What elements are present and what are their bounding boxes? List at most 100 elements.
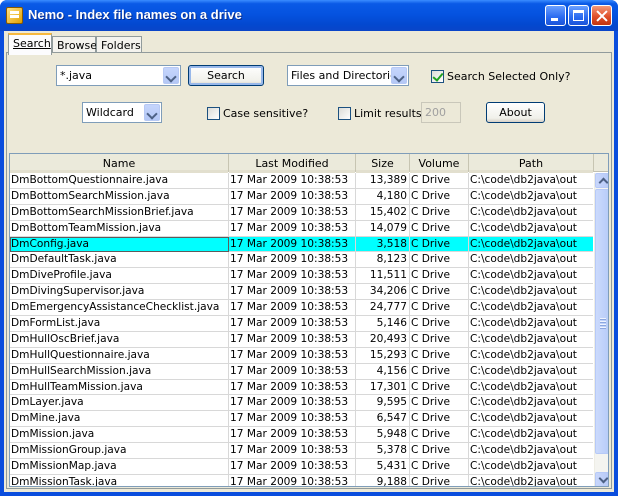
cell-size: 15,293 bbox=[356, 347, 410, 363]
column-header-path[interactable]: Path bbox=[469, 154, 594, 173]
search-panel: *.java Search Files and Directories Sear… bbox=[6, 52, 612, 489]
app-window: Nemo - Index file names on a drive Searc… bbox=[0, 0, 618, 496]
cell-path: C:\code\db2java\out bbox=[469, 268, 593, 283]
cell-volume: C Drive bbox=[410, 395, 469, 411]
table-row[interactable]: DmDivingSupervisor.java 17 Mar 2009 10:38… bbox=[10, 284, 593, 301]
cell-size: 5,146 bbox=[356, 316, 410, 332]
cell-volume: C Drive bbox=[410, 411, 469, 427]
table-row[interactable]: DmMissionMap.java 17 Mar 2009 10:38:53 5,4… bbox=[10, 459, 593, 475]
about-button[interactable]: About bbox=[486, 102, 545, 123]
cell-name: DmMissionGroup.java bbox=[10, 443, 229, 459]
cell-size: 8,123 bbox=[356, 252, 410, 268]
cell-size: 4,156 bbox=[356, 363, 410, 379]
cell-last-modified: 17 Mar 2009 10:38:53 bbox=[229, 427, 356, 443]
cell-volume: C Drive bbox=[410, 347, 469, 363]
cell-size: 3,518 bbox=[356, 236, 410, 252]
search-button[interactable]: Search bbox=[188, 65, 264, 86]
scope-combo[interactable]: Files and Directories bbox=[287, 65, 409, 86]
cell-size: 5,378 bbox=[356, 443, 410, 459]
column-header-last-modified[interactable]: Last Modified bbox=[229, 154, 356, 173]
cell-last-modified: 17 Mar 2009 10:38:53 bbox=[229, 474, 356, 486]
cell-last-modified: 17 Mar 2009 10:38:53 bbox=[229, 252, 356, 268]
minimize-button[interactable] bbox=[545, 5, 566, 26]
cell-name: DmBottomSearchMission.java bbox=[10, 188, 229, 204]
table-row[interactable]: DmFormList.java 17 Mar 2009 10:38:53 5,146… bbox=[10, 316, 593, 332]
cell-last-modified: 17 Mar 2009 10:38:53 bbox=[229, 331, 356, 347]
table-row[interactable]: DmBottomQuestionnaire.java 17 Mar 2009 10… bbox=[10, 173, 593, 189]
column-header-volume[interactable]: Volume bbox=[410, 154, 469, 173]
title-bar[interactable]: Nemo - Index file names on a drive bbox=[0, 0, 618, 31]
table-row[interactable]: DmMine.java 17 Mar 2009 10:38:53 6,547 C Dr… bbox=[10, 411, 593, 428]
cell-last-modified: 17 Mar 2009 10:38:53 bbox=[229, 236, 356, 252]
cell-volume: C Drive bbox=[410, 236, 469, 252]
case-sensitive-label: Case sensitive? bbox=[223, 107, 309, 120]
table-row[interactable]: DmConfig.java 17 Mar 2009 10:38:53 3,518 C … bbox=[10, 236, 593, 253]
table-row[interactable]: DmMission.java 17 Mar 2009 10:38:53 5,948 C… bbox=[10, 427, 593, 444]
selected-only-checkbox[interactable] bbox=[431, 70, 444, 83]
limit-results-checkbox[interactable] bbox=[338, 107, 351, 120]
selected-only-label: Search Selected Only? bbox=[447, 70, 571, 83]
scroll-down-icon[interactable] bbox=[595, 472, 608, 486]
cell-last-modified: 17 Mar 2009 10:38:53 bbox=[229, 443, 356, 459]
cell-name: DmEmergencyAssistanceChecklist.java bbox=[10, 300, 229, 316]
table-row[interactable]: DmDiveProfile.java 17 Mar 2009 10:38:53 11… bbox=[10, 268, 593, 285]
table-row[interactable]: DmBottomTeamMission.java 17 Mar 2009 10:3… bbox=[10, 220, 593, 237]
chevron-down-icon[interactable] bbox=[163, 67, 179, 84]
table-row[interactable]: DmBottomSearchMission.java 17 Mar 2009 10… bbox=[10, 188, 593, 205]
grip-line bbox=[600, 327, 606, 328]
table-row[interactable]: DmBottomSearchMissionBrief.java 17 Mar 20… bbox=[10, 204, 593, 221]
scrollbar-thumb[interactable] bbox=[595, 189, 608, 454]
cell-name: DmHullOscBrief.java bbox=[10, 331, 229, 347]
scope-value: Files and Directories bbox=[291, 69, 403, 82]
pattern-combo[interactable]: *.java bbox=[56, 65, 181, 86]
cell-path: C:\code\db2java\out bbox=[469, 411, 593, 426]
cell-name: DmDivingSupervisor.java bbox=[10, 284, 229, 300]
pattern-value: *.java bbox=[60, 69, 93, 82]
chevron-down-icon[interactable] bbox=[144, 104, 160, 121]
cell-path: C:\code\db2java\out bbox=[469, 395, 593, 410]
cell-volume: C Drive bbox=[410, 443, 469, 459]
chevron-down-icon[interactable] bbox=[391, 67, 407, 84]
table-row[interactable]: DmLayer.java 17 Mar 2009 10:38:53 9,595 C D… bbox=[10, 395, 593, 412]
maximize-button[interactable] bbox=[568, 5, 589, 26]
table-row[interactable]: DmMissionGroup.java 17 Mar 2009 10:38:53 5… bbox=[10, 443, 593, 460]
cell-volume: C Drive bbox=[410, 220, 469, 236]
cell-volume: C Drive bbox=[410, 331, 469, 347]
scroll-up-icon[interactable] bbox=[595, 173, 608, 188]
cell-volume: C Drive bbox=[410, 459, 469, 475]
case-sensitive-checkbox[interactable] bbox=[207, 107, 220, 120]
column-header-name[interactable]: Name bbox=[10, 154, 229, 173]
cell-volume: C Drive bbox=[410, 252, 469, 268]
table-row[interactable]: DmEmergencyAssistanceChecklist.java 17 Ma… bbox=[10, 300, 593, 317]
cell-path: C:\code\db2java\out bbox=[469, 284, 593, 299]
cell-name: DmMissionTask.java bbox=[10, 474, 229, 486]
cell-name: DmBottomSearchMissionBrief.java bbox=[10, 204, 229, 220]
app-icon[interactable] bbox=[6, 7, 23, 24]
table-row[interactable]: DmHullTeamMission.java 17 Mar 2009 10:38:… bbox=[10, 379, 593, 396]
mode-combo[interactable]: Wildcard bbox=[82, 102, 162, 123]
table-row[interactable]: DmDefaultTask.java 17 Mar 2009 10:38:53 8,… bbox=[10, 252, 593, 269]
table-row[interactable]: DmHullOscBrief.java 17 Mar 2009 10:38:53 2… bbox=[10, 331, 593, 348]
cell-path: C:\code\db2java\out bbox=[469, 443, 593, 458]
table-row[interactable]: DmMissionTask.java 17 Mar 2009 10:38:53 9,… bbox=[10, 474, 593, 486]
table-row[interactable]: DmHullQuestionnaire.java 17 Mar 2009 10:3… bbox=[10, 347, 593, 364]
grip-line bbox=[600, 324, 606, 325]
cell-volume: C Drive bbox=[410, 474, 469, 486]
cell-name: DmMissionMap.java bbox=[10, 459, 229, 475]
cell-path: C:\code\db2java\out bbox=[469, 300, 593, 315]
cell-path: C:\code\db2java\out bbox=[469, 189, 593, 204]
limit-field[interactable]: 200 bbox=[421, 102, 461, 123]
tab-search[interactable]: Search bbox=[8, 33, 52, 55]
cell-path: C:\code\db2java\out bbox=[469, 252, 593, 267]
cell-size: 5,948 bbox=[356, 427, 410, 443]
close-button[interactable] bbox=[591, 5, 612, 26]
column-header-size[interactable]: Size bbox=[356, 154, 410, 173]
vertical-scrollbar[interactable] bbox=[594, 173, 608, 486]
cell-volume: C Drive bbox=[410, 188, 469, 204]
cell-volume: C Drive bbox=[410, 204, 469, 220]
cell-path: C:\code\db2java\out bbox=[469, 427, 593, 442]
cell-name: DmDiveProfile.java bbox=[10, 268, 229, 284]
table-row[interactable]: DmHullSearchMission.java 17 Mar 2009 10:3… bbox=[10, 363, 593, 380]
cell-volume: C Drive bbox=[410, 363, 469, 379]
tab-search-label: Search bbox=[13, 37, 51, 50]
